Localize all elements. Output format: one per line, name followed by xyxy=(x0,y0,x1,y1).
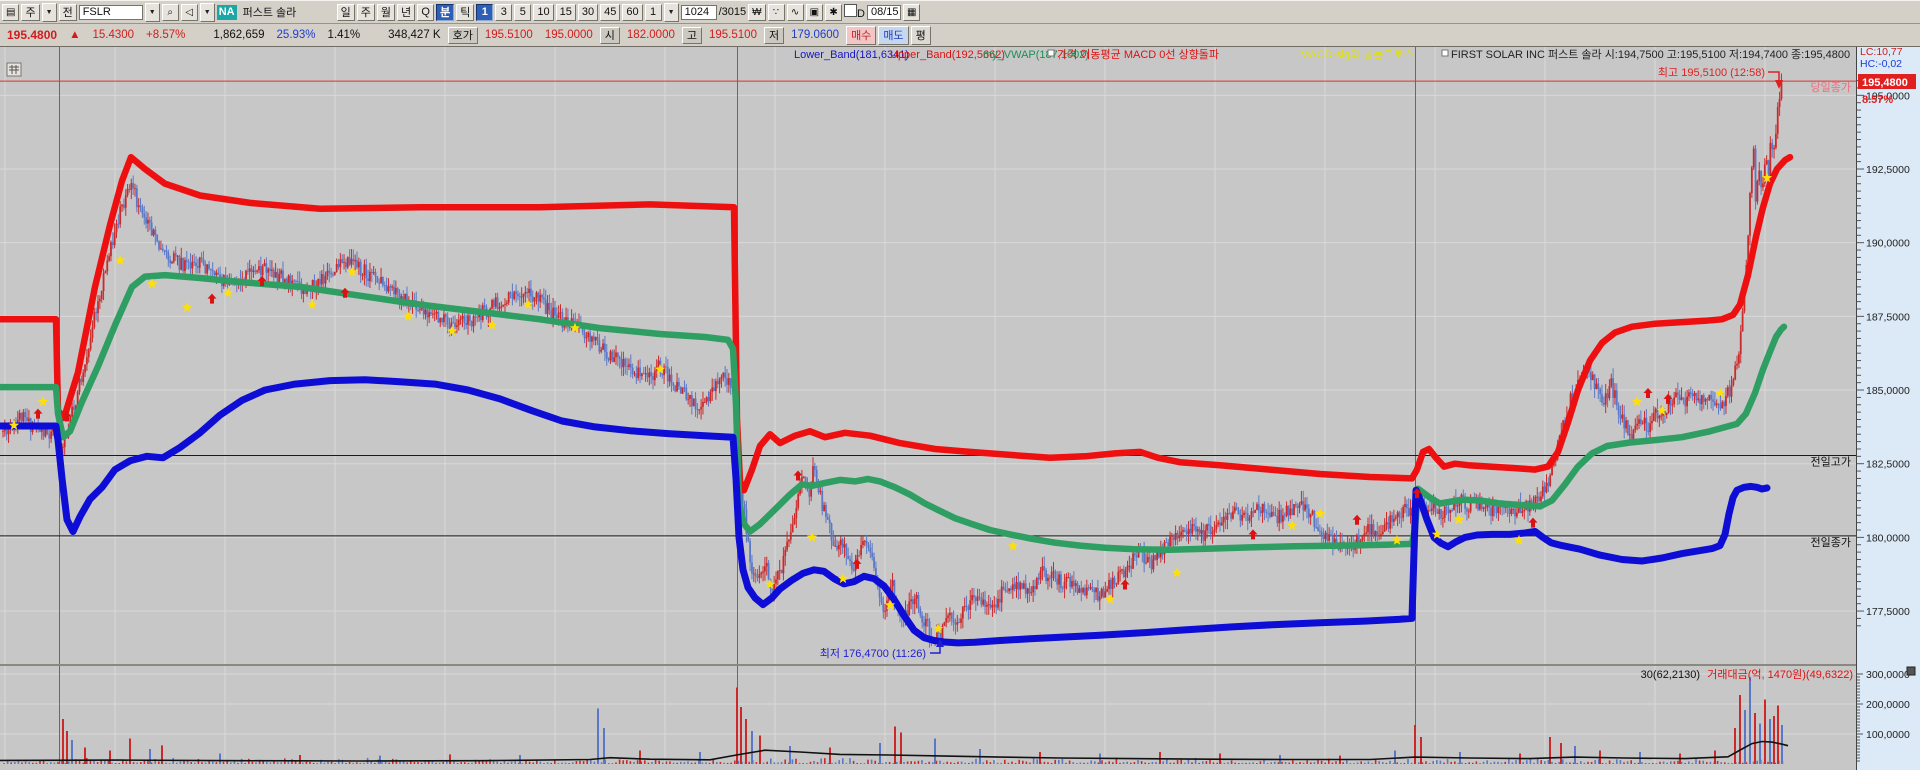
today-close-line-label: 당일종가 xyxy=(1811,80,1851,94)
price-axis-tick: 180,0000 xyxy=(1866,532,1910,544)
volume-legend-item: 거래대금(억, 1470원)(49,6322) xyxy=(1707,668,1853,681)
high-price: 195.5100 xyxy=(709,29,757,41)
value-amount: 348,427 K xyxy=(388,29,441,41)
stock-type-dropdown[interactable]: ▼ xyxy=(41,2,57,22)
chart-grid-icon xyxy=(6,62,22,77)
price-axis-tick: 192,5000 xyxy=(1866,164,1910,176)
period-minute-button[interactable]: 분 xyxy=(436,3,455,21)
legend-item: FIRST SOLAR INC 퍼스트 솔라 시:194,7500 고:195,… xyxy=(1451,48,1850,61)
volume-axis-settings-icon xyxy=(1906,666,1916,676)
period-month-button[interactable]: 월 xyxy=(376,3,395,21)
interval-1-button[interactable]: 1 xyxy=(476,3,494,21)
legend-checkbox-icon xyxy=(1047,49,1055,57)
period-year-button[interactable]: 년 xyxy=(396,3,416,21)
current-price-value: 195,4800 xyxy=(1862,77,1908,89)
interval-45-button[interactable]: 45 xyxy=(600,3,621,21)
price-axis-tick: 177,5000 xyxy=(1866,606,1910,618)
chart-window-icon[interactable]: ▤ xyxy=(2,3,20,21)
interval-10-button[interactable]: 10 xyxy=(533,3,554,21)
sell-button[interactable]: 매도 xyxy=(878,25,909,45)
interval-15-button[interactable]: 15 xyxy=(555,3,576,21)
period-tick-button[interactable]: 틱 xyxy=(456,3,475,21)
bar-total-label: /3015 xyxy=(718,6,747,18)
symbol-input[interactable]: FSLR xyxy=(78,4,143,20)
buy-button[interactable]: 매수 xyxy=(846,25,877,45)
plot-background xyxy=(0,47,1856,770)
prev-close-line-label: 전일종가 xyxy=(1811,535,1851,549)
panel-divider xyxy=(0,664,1856,666)
low-label: 저 xyxy=(763,26,785,44)
d-checkbox[interactable]: D xyxy=(844,4,865,20)
turnover-ratio: 1.41% xyxy=(327,29,361,41)
prev-symbol-button[interactable]: 전 xyxy=(58,3,77,21)
ask-price: 195.5100 xyxy=(484,29,533,41)
period-day-button[interactable]: 일 xyxy=(336,3,355,21)
indicator-legend: Lower_Band(181,6341)Upper_Band(192,5662)… xyxy=(794,48,1850,61)
speaker-icon[interactable]: ◁ xyxy=(180,3,198,21)
period-q-button[interactable]: Q xyxy=(417,3,435,21)
interval-custom-button[interactable]: 1 xyxy=(644,3,662,21)
volume-shares: 1,862,659 xyxy=(213,29,265,41)
interval-dropdown[interactable]: ▼ xyxy=(663,2,679,22)
prev-high-line-label: 전일고가 xyxy=(1811,454,1851,468)
volume-axis-tick: 300,0000 xyxy=(1866,669,1910,681)
change-value: 15.4300 xyxy=(92,29,135,41)
symbol-dropdown[interactable]: ▼ xyxy=(144,2,160,22)
calendar-icon[interactable]: ▦ xyxy=(902,3,921,21)
price-axis-tick: 187,5000 xyxy=(1866,311,1910,323)
low-price: 179.0600 xyxy=(791,29,840,41)
current-change-percent: 8.57% xyxy=(1862,94,1893,106)
volume-axis-tick: 200,0000 xyxy=(1866,699,1910,711)
day-high-annotation: 최고 195,5100 (12:58) xyxy=(1658,66,1765,79)
interval-60-button[interactable]: 60 xyxy=(622,3,643,21)
change-percent: +8.57% xyxy=(146,29,186,41)
high-label: 고 xyxy=(681,26,702,44)
search-icon[interactable]: ⌕ xyxy=(161,3,179,21)
price-axis-panel xyxy=(1857,47,1920,770)
last-price: 195.4800 xyxy=(7,28,58,42)
interval-5-button[interactable]: 5 xyxy=(514,3,532,21)
speaker-dropdown[interactable]: ▼ xyxy=(199,2,215,22)
checkbox-box[interactable] xyxy=(844,4,858,17)
hc-value: HC:-0,02 xyxy=(1860,58,1902,70)
volume-ratio: 25.93% xyxy=(276,29,316,41)
market-badge: NA xyxy=(216,4,237,20)
trading-chart-window: ▤ 주 ▼ 전 FSLR ▼ ⌕ ◁ ▼ NA 퍼스트 솔라 일 주 월 년 Q 분 틱 1 3 5 10 15 30 45 60… xyxy=(0,0,1920,770)
current-price-box: 195,4800 xyxy=(1858,74,1916,89)
interval-30-button[interactable]: 30 xyxy=(577,3,599,21)
stock-name-label: 퍼스트 솔라 xyxy=(242,7,297,19)
price-axis-tick: 190,0000 xyxy=(1866,238,1910,250)
legend-checkbox-icon xyxy=(1441,49,1449,57)
bar-count-input[interactable]: 1024 xyxy=(680,4,717,20)
legend-item: MACD-sig와 골든크로스 xyxy=(1300,48,1414,61)
bid-price: 195.0000 xyxy=(544,29,593,41)
open-label: 시 xyxy=(599,26,620,44)
volume-legend-item: 30(62,2130) xyxy=(1641,669,1700,681)
quote-bar: 195.4800 ▲ 15.4300 +8.57% 1,862,659 25.93% 1.4… xyxy=(0,24,1920,47)
lc-value: LC:10,77 xyxy=(1860,47,1903,58)
legend-item: 가격 이동평균 MACD 0선 상향돌파 xyxy=(1057,48,1219,61)
price-axis-tick: 185,0000 xyxy=(1866,385,1910,397)
footprints-icon[interactable]: ∵ xyxy=(767,3,785,21)
avg-button[interactable]: 평 xyxy=(910,25,931,45)
interval-3-button[interactable]: 3 xyxy=(495,3,513,21)
stock-type-button[interactable]: 주 xyxy=(21,3,40,21)
volume-axis-tick: 100,0000 xyxy=(1866,729,1910,741)
won-icon[interactable]: ₩ xyxy=(748,3,766,21)
chart-canvas[interactable]: Lower_Band(181,6341)Upper_Band(192,5662)… xyxy=(0,46,1920,770)
save-icon[interactable]: ▣ xyxy=(805,3,824,21)
date-field[interactable]: 08/15 xyxy=(866,4,901,20)
period-week-button[interactable]: 주 xyxy=(356,3,375,21)
price-axis-tick: 182,5000 xyxy=(1866,459,1910,471)
open-price: 182.0000 xyxy=(626,29,675,41)
gear-icon[interactable]: ✱ xyxy=(825,3,843,21)
trendline-icon[interactable]: ∿ xyxy=(786,3,804,21)
day-low-annotation: 최저 176,4700 (11:26) xyxy=(820,647,926,660)
toolbar-main: ▤ 주 ▼ 전 FSLR ▼ ⌕ ◁ ▼ NA 퍼스트 솔라 일 주 월 년 Q 분 틱 1 3 5 10 15 30 45 60… xyxy=(0,1,1920,24)
ask-label: 호가 xyxy=(447,26,478,44)
change-arrow-icon: ▲ xyxy=(69,29,81,41)
